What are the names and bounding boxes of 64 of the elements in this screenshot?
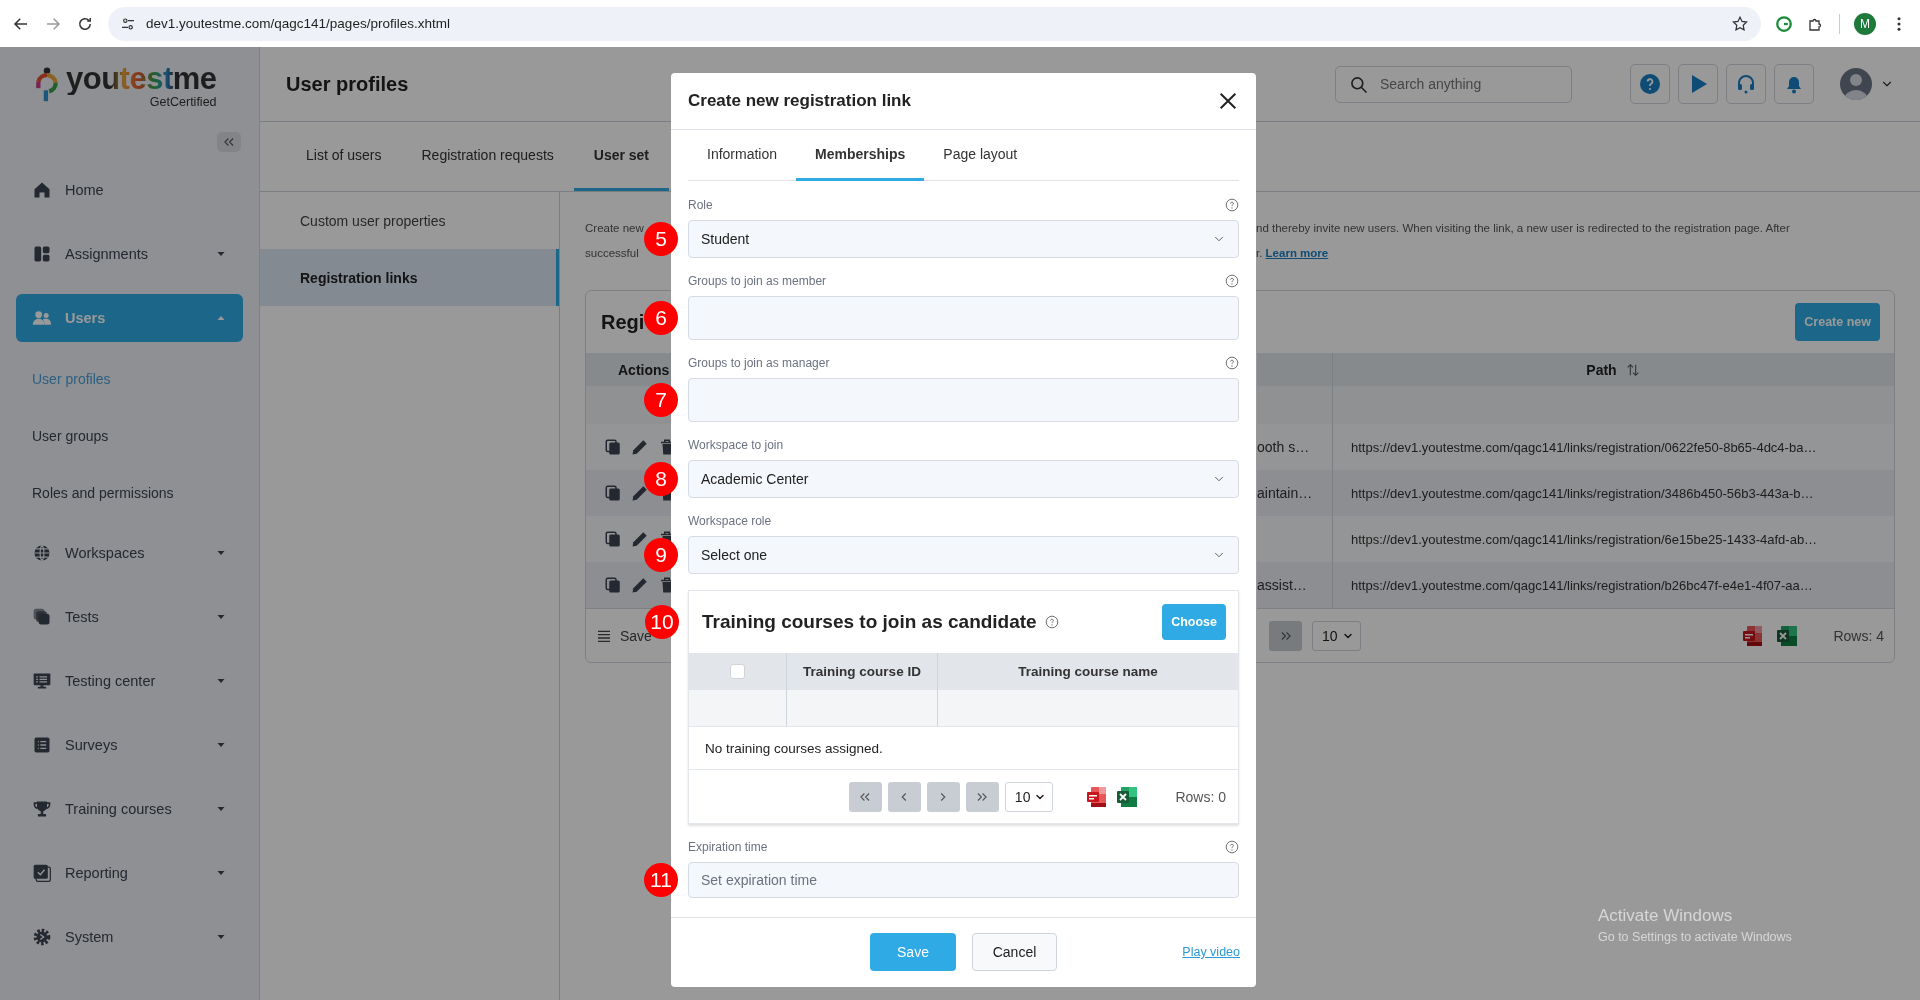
sidebar-item[interactable]: Home	[16, 166, 243, 214]
table-cell: https://dev1.youtestme.com/qagc141/links/registration/0622fe50-8b65-4dc4-ba…	[1332, 424, 1894, 470]
field-label: Role	[688, 198, 713, 212]
sidebar-item[interactable]: Workspaces	[16, 529, 243, 577]
table-cell: https://dev1.youtestme.com/qagc141/links/registration/b26bc47f-e4e1-4f07-aa…	[1332, 562, 1894, 608]
column-header: Training course name	[937, 653, 1238, 690]
sidebar-item[interactable]: Surveys	[16, 721, 243, 769]
cancel-button[interactable]: Cancel	[972, 933, 1057, 971]
tab[interactable]: List of users	[286, 122, 402, 191]
sidebar-item[interactable]: Testing center	[16, 657, 243, 705]
save-layout-label[interactable]: Save	[620, 627, 652, 644]
brand-tagline: GetCertified	[149, 95, 217, 109]
table-cell: https://dev1.youtestme.com/qagc141/links/registration/3486b450-56b3-443a-b…	[1332, 470, 1894, 516]
column-header: Actions	[586, 353, 672, 386]
sidebar-subitem[interactable]: Roles and permissions	[0, 464, 259, 521]
activation-notice: Activate Windows	[1598, 906, 1734, 926]
sidebar-item[interactable]: Assignments	[16, 230, 243, 278]
table-cell: https://dev1.youtestme.com/qagc141/links/registration/6e15be25-1433-4afd-ab…	[1332, 516, 1894, 562]
subnav-item[interactable]: Custom user properties	[260, 192, 559, 249]
table-cell: assist…	[1257, 562, 1332, 608]
tab[interactable]: Page layout	[924, 130, 1037, 181]
tab[interactable]: Information	[688, 130, 797, 181]
dropdown[interactable]: Academic Center	[688, 460, 1239, 498]
panel-title: Training courses to join as candidate	[702, 611, 1037, 633]
sidebar-item[interactable]: Tests	[16, 593, 243, 641]
step-marker: 5	[644, 222, 678, 256]
sidebar-item[interactable]: Training courses	[16, 785, 243, 833]
description-text: nd thereby invite new users. When visiting the link, a new user is redirected to the registration page. After	[1256, 221, 1791, 236]
table-cell: aintain…	[1257, 470, 1332, 516]
dropdown[interactable]: Select one	[688, 536, 1239, 574]
page-size-select[interactable]: 10	[1312, 620, 1361, 651]
subnav-item[interactable]: Registration links	[260, 249, 559, 306]
field-label: Workspace to join	[688, 438, 784, 452]
page-size-select[interactable]: 10	[1004, 781, 1054, 812]
column-header: Training course ID	[786, 653, 937, 690]
empty-message: No training courses assigned.	[689, 727, 1238, 770]
table-cell: ooth s…	[1257, 424, 1332, 470]
description-text: Create new	[585, 221, 644, 236]
page-title: User profiles	[286, 72, 410, 96]
expiration-field[interactable]: Set expiration time	[688, 862, 1239, 898]
field-label: Expiration time	[688, 840, 768, 854]
learn-more-link[interactable]: Learn more	[1265, 247, 1329, 259]
sidebar-item[interactable]: System	[16, 913, 243, 961]
description-text: r.	[1256, 247, 1263, 259]
field-label: Groups to join as manager	[688, 356, 830, 370]
rows-count: Rows: 0	[1175, 788, 1226, 805]
rows-count: Rows: 4	[1833, 627, 1884, 644]
sidebar-subitem[interactable]: User groups	[0, 407, 259, 464]
dropdown[interactable]: Student	[688, 220, 1239, 258]
column-header[interactable]: Path	[1332, 353, 1894, 386]
address-bar[interactable]: dev1.youtestme.com/qagc141/pages/profiles.xhtml	[108, 6, 1761, 41]
card-title: Regi	[600, 310, 645, 334]
sidebar-item[interactable]: Reporting	[16, 849, 243, 897]
tab[interactable]: Registration requests	[401, 122, 574, 191]
description-text: successful	[585, 246, 639, 261]
profile-avatar[interactable]: M	[1854, 12, 1876, 35]
tab[interactable]: Memberships	[796, 130, 925, 181]
activation-notice: Go to Settings to activate Windows	[1598, 930, 1792, 944]
dialog-title: Create new registration link	[688, 91, 912, 111]
field-label: Groups to join as member	[688, 274, 827, 288]
search-field[interactable]: Search anything	[1335, 65, 1572, 103]
step-marker: 11	[644, 863, 678, 897]
field-label: Workspace role	[688, 514, 772, 528]
play-video-link[interactable]: Play video	[1182, 945, 1240, 959]
